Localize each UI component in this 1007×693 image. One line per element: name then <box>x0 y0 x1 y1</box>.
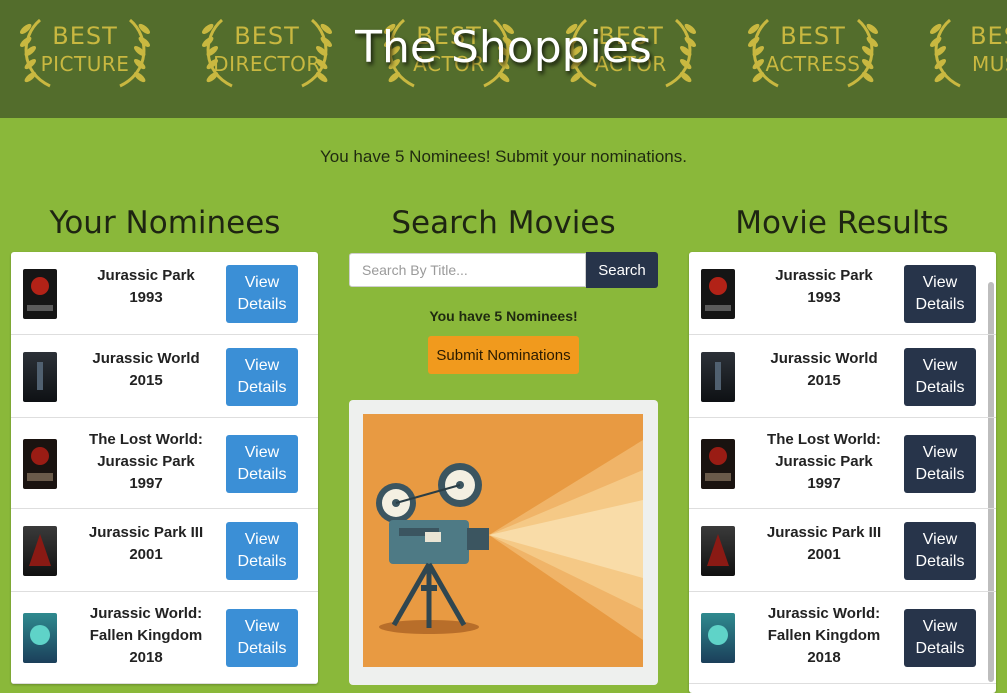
movie-year: 2015 <box>129 372 163 389</box>
view-details-button[interactable]: View Details <box>226 522 298 580</box>
nominee-count: You have 5 Nominees! <box>429 308 578 324</box>
poster-image-icon <box>708 625 728 645</box>
view-details-label: View Details <box>915 357 965 396</box>
movie-year: 2018 <box>807 649 841 666</box>
poster-image-icon <box>29 534 51 566</box>
movie-year: 2001 <box>129 546 163 563</box>
view-details-label: View Details <box>237 357 287 396</box>
list-item: The Lost World: Jurassic Park 1997 View De… <box>11 418 318 509</box>
view-details-label: View Details <box>237 444 287 483</box>
view-details-label: View Details <box>915 531 965 570</box>
nominees-list: Jurassic Park 1993 View Details Jurassic Wo… <box>11 252 318 684</box>
list-item: Jurassic World: Fallen Kingdom 2018 View D… <box>689 592 996 684</box>
movie-title: Jurassic Park III <box>88 524 204 541</box>
movie-poster <box>23 526 57 576</box>
movie-title-block: Jurassic World: Fallen Kingdom 2018 <box>81 603 211 669</box>
list-item: Jurassic Park III 2001 View Details <box>11 509 318 592</box>
projector-icon <box>363 414 643 667</box>
list-item: The Lost World: Jurassic Park 1997 View De… <box>689 418 996 509</box>
view-details-label: View Details <box>915 444 965 483</box>
movie-poster <box>701 352 735 402</box>
movie-title: The Lost World: Jurassic Park <box>767 431 881 470</box>
poster-image-icon <box>30 625 50 645</box>
movie-poster <box>701 613 735 663</box>
view-details-button[interactable]: View Details <box>226 348 298 406</box>
view-details-button[interactable]: View Details <box>226 609 298 667</box>
movie-title: Jurassic Park <box>775 267 873 284</box>
movie-poster <box>23 439 57 489</box>
search-input[interactable] <box>349 253 586 287</box>
view-details-button[interactable]: View Details <box>226 435 298 493</box>
movie-poster <box>23 613 57 663</box>
view-details-label: View Details <box>237 274 287 313</box>
status-message: You have 5 Nominees! Submit your nominat… <box>320 147 687 166</box>
list-item: Jurassic Park III 2001 View Details <box>689 509 996 592</box>
submit-nominations-button[interactable]: Submit Nominations <box>428 336 579 374</box>
list-item: Jurassic World: Fallen Kingdom 2018 View D… <box>11 592 318 684</box>
movie-poster <box>701 439 735 489</box>
movie-year: 1993 <box>129 289 163 306</box>
movie-poster <box>23 352 57 402</box>
list-item: Jurassic Park 1993 View Details <box>11 252 318 335</box>
poster-image-icon <box>705 447 731 481</box>
movie-year: 1993 <box>807 289 841 306</box>
list-item: Jurassic World 2015 View Details <box>11 335 318 418</box>
movie-title: Jurassic Park III <box>766 524 882 541</box>
search-heading: Search Movies <box>391 205 616 241</box>
movie-poster <box>701 526 735 576</box>
movie-title-block: Jurassic World 2015 <box>81 348 211 392</box>
movie-title: Jurassic World: Fallen Kingdom <box>89 605 203 644</box>
movie-year: 1997 <box>807 475 841 492</box>
movie-projector-illustration <box>349 400 658 685</box>
view-details-label: View Details <box>237 618 287 657</box>
poster-image-icon <box>715 362 721 390</box>
poster-image-icon <box>37 362 43 390</box>
poster-image-icon <box>27 447 53 481</box>
results-heading: Movie Results <box>735 205 949 241</box>
movie-title-block: Jurassic Park 1993 <box>759 265 889 309</box>
view-details-button[interactable]: View Details <box>226 265 298 323</box>
movie-year: 2018 <box>129 649 163 666</box>
nominees-heading: Your Nominees <box>49 205 281 241</box>
list-item: Jurassic World 2015 View Details <box>689 335 996 418</box>
movie-title: Jurassic World <box>92 350 200 367</box>
movie-title: Jurassic Park <box>97 267 195 284</box>
view-details-label: View Details <box>915 618 965 657</box>
movie-title-block: Jurassic Park III 2001 <box>759 522 889 566</box>
movie-title-block: Jurassic Park 1993 <box>81 265 211 309</box>
movie-title: Jurassic World <box>770 350 878 367</box>
view-details-button[interactable]: View Details <box>904 435 976 493</box>
list-item: Jurassic Park 1993 View Details <box>689 252 996 335</box>
movie-title: Jurassic World: Fallen Kingdom <box>767 605 881 644</box>
search-button[interactable]: Search <box>586 252 658 288</box>
results-list: Jurassic Park 1993 View Details Jurassic Wo… <box>689 252 996 693</box>
movie-year: 2001 <box>807 546 841 563</box>
movie-poster <box>23 269 57 319</box>
poster-image-icon <box>707 534 729 566</box>
view-details-label: View Details <box>915 274 965 313</box>
poster-image-icon <box>27 277 53 311</box>
movie-title-block: Jurassic World 2015 <box>759 348 889 392</box>
header-banner: BEST PICTURE BEST DIRECTOR BEST ACTOR BEST ACTO… <box>0 0 1007 118</box>
view-details-label: View Details <box>237 531 287 570</box>
movie-title-block: The Lost World: Jurassic Park 1997 <box>81 429 211 495</box>
view-details-button[interactable]: View Details <box>904 609 976 667</box>
site-title: The Shoppies <box>355 22 652 73</box>
movie-year: 1997 <box>129 475 163 492</box>
movie-title: The Lost World: Jurassic Park <box>89 431 203 470</box>
movie-title-block: Jurassic World: Fallen Kingdom 2018 <box>759 603 889 669</box>
view-details-button[interactable]: View Details <box>904 265 976 323</box>
movie-year: 2015 <box>807 372 841 389</box>
movie-title-block: The Lost World: Jurassic Park 1997 <box>759 429 889 495</box>
view-details-button[interactable]: View Details <box>904 348 976 406</box>
movie-title-block: Jurassic Park III 2001 <box>81 522 211 566</box>
movie-poster <box>701 269 735 319</box>
poster-image-icon <box>705 277 731 311</box>
view-details-button[interactable]: View Details <box>904 522 976 580</box>
